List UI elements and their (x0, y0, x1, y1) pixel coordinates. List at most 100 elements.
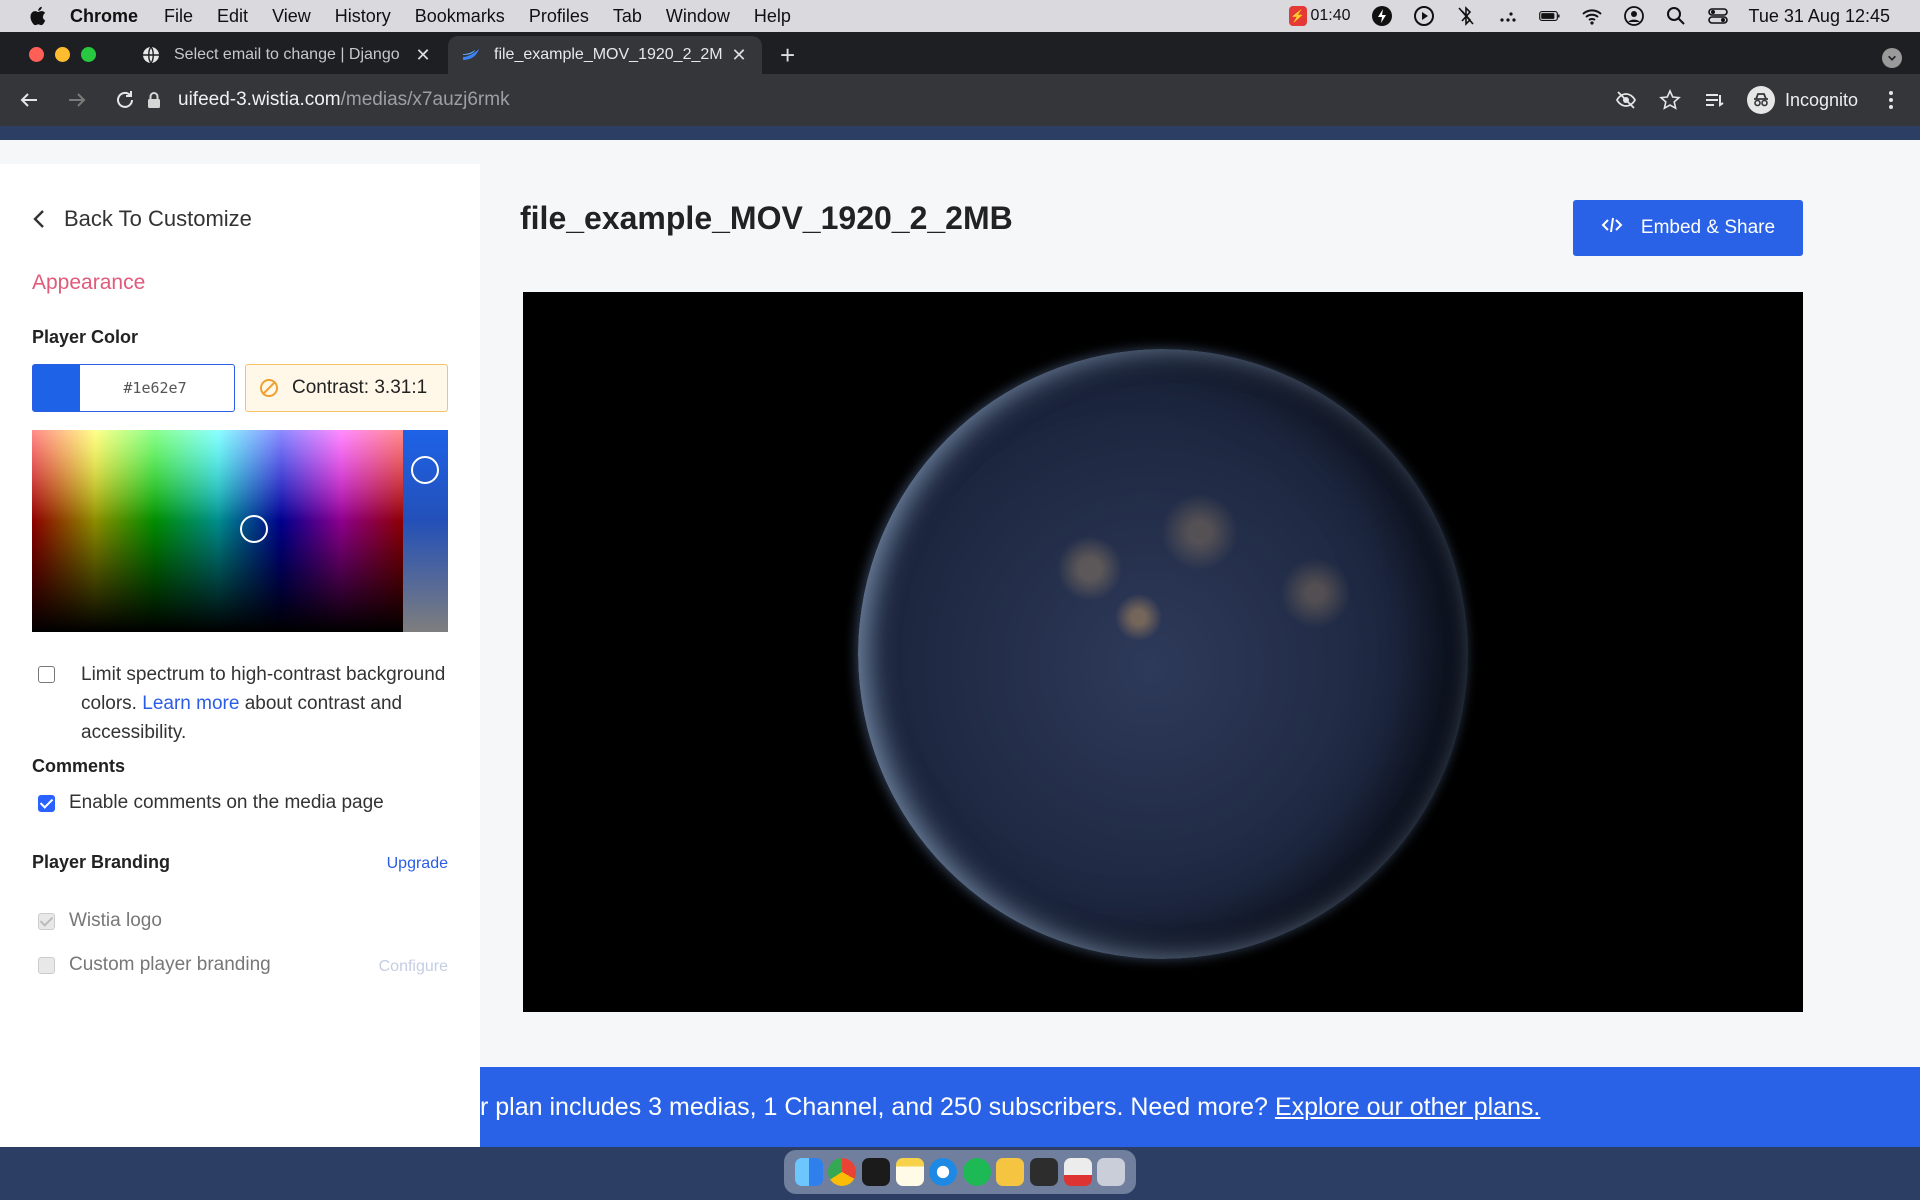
spectrum-handle[interactable] (240, 515, 268, 543)
reading-list-icon[interactable] (1703, 89, 1725, 111)
back-arrow-icon[interactable] (18, 89, 40, 111)
menu-view[interactable]: View (272, 6, 311, 27)
battery-icon[interactable] (1538, 5, 1561, 27)
trash-icon[interactable] (1097, 1158, 1126, 1186)
kebab-menu-icon[interactable] (1880, 89, 1902, 111)
recording-timer-text: 01:40 (1310, 7, 1351, 24)
color-spectrum-picker[interactable] (32, 430, 404, 632)
notes-icon[interactable] (895, 1158, 924, 1186)
dots-icon[interactable] (1497, 5, 1519, 27)
code-icon (1601, 216, 1623, 240)
screenshot-app-icon[interactable] (1029, 1158, 1058, 1186)
configure-link: Configure (378, 958, 448, 975)
macos-menu-bar: Chrome File Edit View History Bookmarks … (0, 0, 1920, 32)
menu-history[interactable]: History (335, 6, 391, 27)
custom-branding-checkbox (38, 956, 55, 974)
chrome-toolbar: uifeed-3.wistia.com /medias/x7auzj6rmk I… (0, 74, 1920, 126)
embed-share-button[interactable]: Embed & Share (1573, 200, 1803, 256)
tab-close-icon[interactable]: ✕ (414, 45, 432, 66)
bolt-app-icon[interactable] (996, 1158, 1025, 1186)
menu-window[interactable]: Window (666, 6, 730, 27)
play-circle-icon[interactable] (1413, 5, 1435, 27)
window-close-button[interactable] (29, 47, 44, 62)
chrome-tab-strip: Select email to change | Django ✕ file_e… (0, 32, 1920, 74)
window-minimize-button[interactable] (55, 47, 70, 62)
tab-close-icon[interactable]: ✕ (730, 45, 748, 66)
enable-comments-option: Enable comments on the media page (38, 792, 384, 814)
tab-wistia-media[interactable]: file_example_MOV_1920_2_2M ✕ (448, 36, 762, 74)
menu-tab[interactable]: Tab (613, 6, 642, 27)
wistia-logo-label: Wistia logo (69, 910, 162, 931)
player-color-swatch[interactable] (33, 365, 80, 411)
control-center-icon[interactable] (1707, 5, 1729, 27)
menu-help[interactable]: Help (754, 6, 791, 27)
url-path: /medias/x7auzj6rmk (340, 89, 510, 110)
recording-timer[interactable]: ⚡ 01:40 (1288, 6, 1351, 26)
star-icon[interactable] (1659, 89, 1681, 111)
status-area: ⚡ 01:40 Tue 31 Aug 12:45 (1288, 0, 1890, 32)
appearance-heading[interactable]: Appearance (32, 271, 145, 295)
tab-django[interactable]: Select email to change | Django ✕ (128, 36, 446, 74)
incognito-badge[interactable]: Incognito (1746, 86, 1858, 114)
eye-off-icon[interactable] (1615, 89, 1637, 111)
custom-branding-label: Custom player branding (69, 954, 271, 975)
earth-video-frame (858, 349, 1468, 959)
contrast-warning-badge: Contrast: 3.31:1 (245, 364, 448, 412)
enable-comments-label[interactable]: Enable comments on the media page (69, 792, 384, 814)
chrome-icon[interactable] (828, 1158, 857, 1186)
lightning-circle-icon[interactable] (1371, 5, 1393, 27)
enable-comments-checkbox[interactable] (38, 794, 55, 812)
spotify-icon[interactable] (962, 1158, 991, 1186)
brightness-slider[interactable] (403, 430, 448, 632)
window-zoom-button[interactable] (81, 47, 96, 62)
custom-branding-option: Custom player branding (38, 954, 271, 976)
chevron-left-icon (32, 208, 46, 230)
search-icon[interactable] (1665, 5, 1687, 27)
web-page: Back To Customize Appearance Player Colo… (0, 140, 1920, 1147)
upgrade-link[interactable]: Upgrade (387, 855, 448, 873)
forward-arrow-icon[interactable] (66, 89, 88, 111)
bluetooth-off-icon[interactable] (1455, 5, 1477, 27)
apple-icon[interactable] (28, 5, 50, 27)
brightness-handle[interactable] (411, 456, 439, 484)
player-color-input[interactable] (80, 365, 230, 411)
media-title: file_example_MOV_1920_2_2MB (520, 200, 1013, 236)
menu-app-name[interactable]: Chrome (70, 6, 138, 27)
window-app-icon[interactable] (1063, 1158, 1092, 1186)
menu-edit[interactable]: Edit (217, 6, 248, 27)
menubar-clock[interactable]: Tue 31 Aug 12:45 (1749, 6, 1890, 27)
terminal-icon[interactable] (861, 1158, 890, 1186)
tab-title: file_example_MOV_1920_2_2M (494, 46, 723, 63)
new-tab-button[interactable]: + (780, 42, 795, 68)
wistia-icon (462, 46, 480, 64)
customize-sidebar: Back To Customize Appearance Player Colo… (0, 164, 480, 1147)
reload-icon[interactable] (114, 89, 136, 111)
back-to-customize-link[interactable]: Back To Customize (32, 206, 252, 232)
warning-slash-icon (260, 379, 278, 397)
globe-icon (142, 46, 160, 64)
safari-icon[interactable] (929, 1158, 958, 1186)
bolt-icon: ⚡ (1288, 6, 1307, 26)
tab-search-icon[interactable] (1882, 48, 1902, 68)
limit-spectrum-option: Limit spectrum to high-contrast backgrou… (38, 660, 448, 747)
embed-share-label: Embed & Share (1640, 217, 1776, 238)
menu-bookmarks[interactable]: Bookmarks (415, 6, 505, 27)
incognito-icon (1746, 86, 1775, 114)
player-color-label: Player Color (32, 327, 139, 347)
url-host: uifeed-3.wistia.com (178, 89, 341, 110)
learn-more-link[interactable]: Learn more (142, 693, 239, 714)
comments-heading: Comments (32, 756, 126, 776)
user-circle-icon[interactable] (1623, 5, 1645, 27)
limit-spectrum-checkbox[interactable] (38, 666, 55, 683)
address-bar[interactable]: uifeed-3.wistia.com /medias/x7auzj6rmk (146, 74, 510, 126)
video-player[interactable] (523, 292, 1803, 1012)
player-color-field[interactable] (32, 364, 235, 412)
explore-plans-link[interactable]: Explore our other plans. (1275, 1093, 1540, 1122)
toolbar-actions: Incognito (1615, 74, 1902, 126)
menu-file[interactable]: File (164, 6, 193, 27)
menu-profiles[interactable]: Profiles (529, 6, 589, 27)
lock-icon[interactable] (146, 91, 162, 109)
plan-banner-text: r plan includes 3 medias, 1 Channel, and… (480, 1092, 1268, 1121)
finder-icon[interactable] (794, 1158, 823, 1186)
wifi-icon[interactable] (1581, 5, 1603, 27)
